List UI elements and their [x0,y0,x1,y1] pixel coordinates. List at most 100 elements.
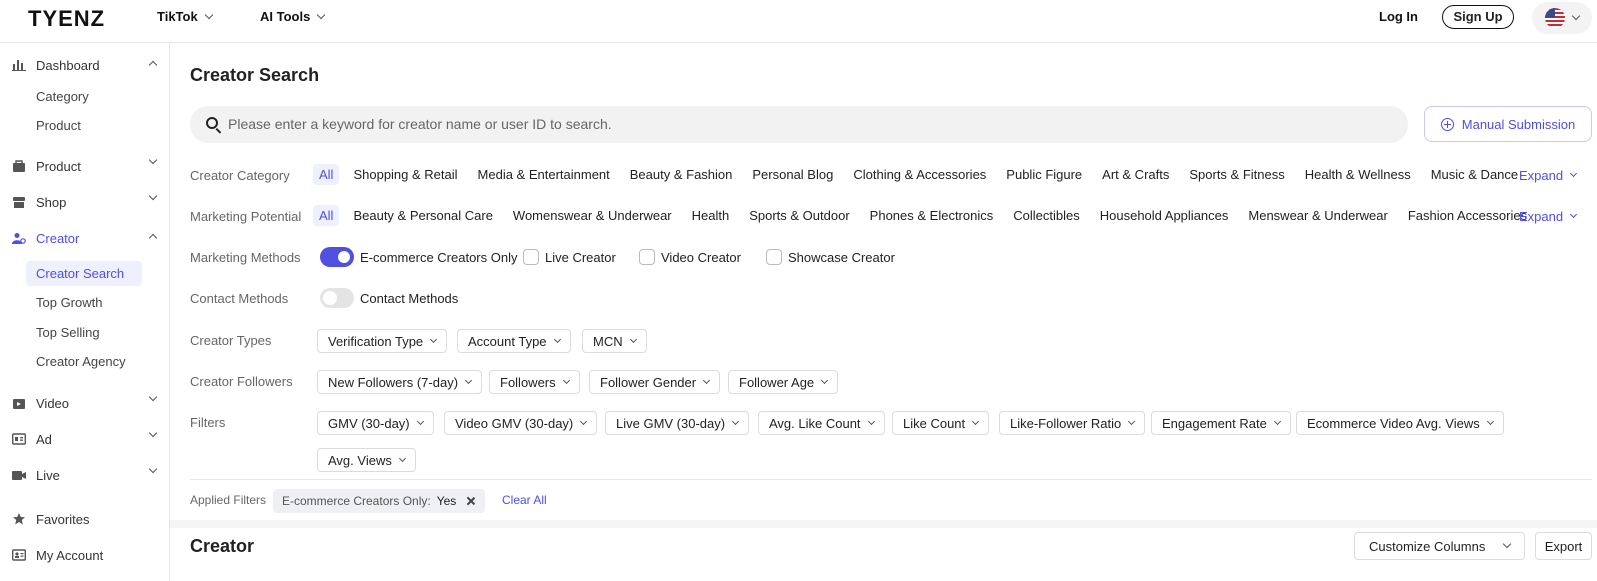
category-chip[interactable]: Sports & Fitness [1183,164,1290,185]
sidebar-item-category[interactable]: Category [36,89,89,104]
chevron-down-icon [1570,210,1578,219]
search-input[interactable] [228,113,1378,135]
follower-gender-dropdown[interactable]: Follower Gender [589,370,721,394]
video-gmv-dropdown[interactable]: Video GMV (30-day) [444,411,598,435]
category-chip-all[interactable]: All [313,164,340,185]
close-icon[interactable] [466,496,476,506]
nav-tiktok-label: TikTok [157,9,198,24]
category-chip[interactable]: Health & Wellness [1299,164,1417,185]
chevron-down-icon [821,376,829,384]
expand-label: Expand [1519,209,1564,224]
category-chip[interactable]: Art & Crafts [1096,164,1175,185]
potential-chip[interactable]: Sports & Outdoor [743,205,855,226]
brand-logo[interactable]: TYENZ [28,6,105,32]
sidebar-group-creator[interactable]: Creator [12,228,160,248]
sidebar-item-my-account[interactable]: My Account [12,545,160,565]
sidebar-item-product-dashboard[interactable]: Product [36,118,81,133]
showcase-creator-checkbox[interactable] [766,249,782,265]
chevron-up-icon [148,60,158,70]
category-chip[interactable]: Personal Blog [746,164,839,185]
sidebar-group-ad[interactable]: Ad [12,428,160,449]
signup-button[interactable]: Sign Up [1442,5,1514,29]
ecommerce-video-avg-views-dropdown[interactable]: Ecommerce Video Avg. Views [1296,411,1504,435]
category-chip[interactable]: Shopping & Retail [347,164,463,185]
followers-dropdown[interactable]: Followers [489,370,580,394]
category-chip[interactable]: Public Figure [1000,164,1088,185]
sidebar-group-label: Product [36,158,81,174]
potential-chip[interactable]: Household Appliances [1094,205,1235,226]
potential-chip[interactable]: Health [686,205,736,226]
applied-filter-key: E-commerce Creators Only: [282,494,431,508]
potential-chip[interactable]: Phones & Electronics [864,205,1000,226]
chevron-down-icon [553,335,561,343]
potential-chip[interactable]: Beauty & Personal Care [347,205,498,226]
video-creator-checkbox-group: Video Creator [639,249,741,265]
category-chip[interactable]: Media & Entertainment [472,164,616,185]
account-type-dropdown[interactable]: Account Type [457,329,571,353]
export-button[interactable]: Export [1535,532,1592,560]
marketing-potential-label: Marketing Potential [190,209,302,224]
ecommerce-only-toggle[interactable] [320,247,354,267]
sidebar-group-live[interactable]: Live [12,464,160,485]
creator-types-label: Creator Types [190,333,272,348]
contact-methods-toggle[interactable] [320,288,354,308]
category-chip[interactable]: Music & Dance [1425,164,1524,185]
us-flag-icon [1545,8,1565,28]
account-icon [12,549,26,561]
chevron-down-icon [1128,417,1136,425]
avg-like-count-dropdown[interactable]: Avg. Like Count [758,411,885,435]
language-selector[interactable] [1532,2,1592,34]
category-chip[interactable]: Beauty & Fashion [624,164,739,185]
dropdown-label: Followers [500,374,556,390]
sidebar-item-top-growth[interactable]: Top Growth [36,295,102,310]
chevron-down-icon [732,417,740,425]
follower-age-dropdown[interactable]: Follower Age [728,370,839,394]
mcn-dropdown[interactable]: MCN [582,329,647,353]
nav-tiktok-menu[interactable]: TikTok [157,9,213,24]
potential-chip-all[interactable]: All [313,205,340,226]
sidebar-group-video[interactable]: Video [12,392,160,413]
sidebar-group-label: Shop [36,194,67,210]
verification-type-dropdown[interactable]: Verification Type [317,329,448,353]
ecommerce-only-label: E-commerce Creators Only [360,249,518,265]
creator-category-expand-button[interactable]: Expand [1519,168,1578,183]
manual-submission-button[interactable]: Manual Submission [1424,106,1592,142]
sidebar-group-label: Video [36,395,70,411]
marketing-potential-expand-button[interactable]: Expand [1519,209,1578,224]
sidebar-item-favorites[interactable]: Favorites [12,509,160,529]
clear-all-button[interactable]: Clear All [502,493,547,507]
login-button[interactable]: Log In [1379,9,1418,24]
like-count-dropdown[interactable]: Like Count [892,411,990,435]
potential-chip[interactable]: Fashion Accessories [1402,205,1533,226]
like-follower-ratio-dropdown[interactable]: Like-Follower Ratio [999,411,1146,435]
live-creator-checkbox[interactable] [523,249,539,265]
sidebar-group-product[interactable]: Product [12,155,160,176]
potential-chip[interactable]: Womenswear & Underwear [507,205,678,226]
customize-columns-dropdown[interactable]: Customize Columns [1354,532,1525,560]
sidebar-group-shop[interactable]: Shop [12,191,160,212]
sidebar-item-creator-agency[interactable]: Creator Agency [36,354,126,369]
sidebar: Dashboard Category Product Product Shop … [0,43,170,581]
engagement-rate-dropdown[interactable]: Engagement Rate [1151,411,1291,435]
sidebar-item-creator-search[interactable]: Creator Search [36,266,124,281]
search-icon [206,117,218,129]
dropdown-label: GMV (30-day) [328,415,410,431]
dropdown-label: Live GMV (30-day) [616,415,726,431]
sidebar-item-top-selling[interactable]: Top Selling [36,325,100,340]
potential-chip[interactable]: Collectibles [1007,205,1085,226]
new-followers-dropdown[interactable]: New Followers (7-day) [317,370,483,394]
gmv-dropdown[interactable]: GMV (30-day) [317,411,434,435]
live-gmv-dropdown[interactable]: Live GMV (30-day) [605,411,750,435]
chevron-down-icon [148,464,158,474]
avg-views-dropdown[interactable]: Avg. Views [317,448,416,472]
category-chip[interactable]: Clothing & Accessories [847,164,992,185]
sidebar-group-label: Ad [36,431,52,447]
video-creator-checkbox[interactable] [639,249,655,265]
showcase-creator-label: Showcase Creator [788,249,895,265]
applied-filters-label: Applied Filters [190,493,267,507]
chevron-down-icon [562,376,570,384]
nav-ai-tools-menu[interactable]: AI Tools [260,9,326,24]
potential-chip[interactable]: Menswear & Underwear [1242,205,1393,226]
video-creator-label: Video Creator [661,249,741,265]
sidebar-group-dashboard[interactable]: Dashboard [12,55,160,75]
